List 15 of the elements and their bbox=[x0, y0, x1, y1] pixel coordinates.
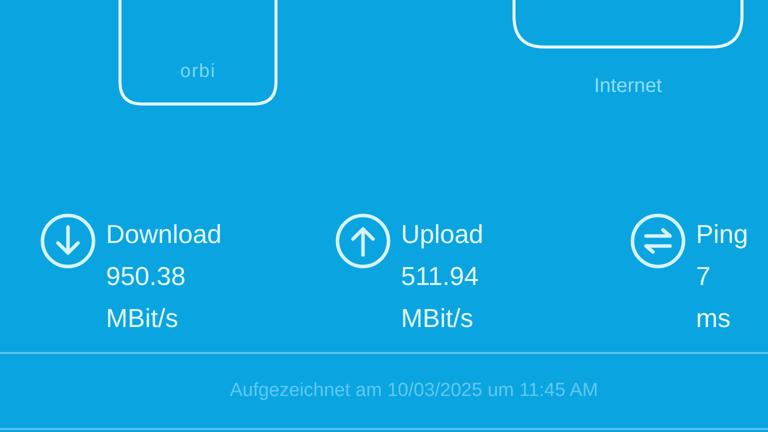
stat-label: Download bbox=[106, 218, 222, 251]
stat-unit: MBit/s bbox=[106, 302, 180, 335]
recorded-timestamp: Aufgezeichnet am 10/03/2025 um 11:45 AM bbox=[230, 380, 598, 402]
stat-unit: ms bbox=[696, 302, 732, 335]
download-icon bbox=[40, 213, 96, 269]
internet-label: Internet bbox=[594, 74, 662, 98]
router-logo-text: orbi bbox=[180, 62, 216, 82]
stat-value: 511.94 bbox=[401, 260, 480, 293]
upload-icon bbox=[335, 213, 391, 269]
ping-icon bbox=[630, 213, 686, 269]
stat-unit: MBit/s bbox=[401, 302, 474, 335]
stat-value: 950.38 bbox=[106, 260, 187, 293]
stat-label: Upload bbox=[401, 218, 484, 251]
stat-value: 7 bbox=[696, 260, 712, 293]
stat-label: Ping bbox=[696, 218, 748, 251]
